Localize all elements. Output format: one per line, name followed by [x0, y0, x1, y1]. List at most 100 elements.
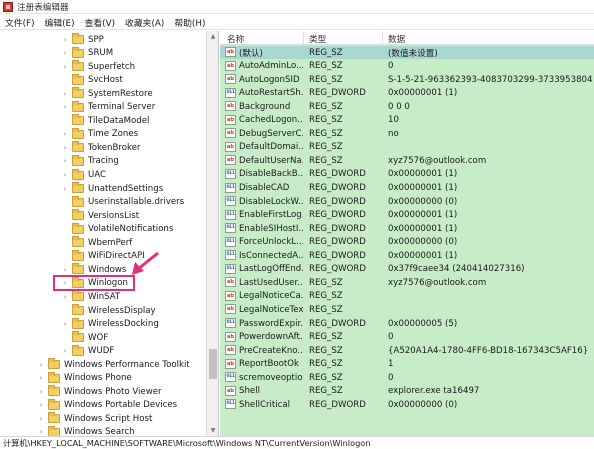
- tree-scrollbar[interactable]: ▲ ▼: [206, 31, 218, 436]
- value-row[interactable]: ab DebugServerC... REG_SZ no: [220, 127, 594, 140]
- value-type: REG_DWORD: [309, 237, 366, 248]
- value-row[interactable]: ab DefaultDomai... REG_SZ: [220, 141, 594, 154]
- value-row[interactable]: ab LastUsedUser... REG_SZ xyz7576@outlook.c…: [220, 276, 594, 289]
- binary-icon: 011: [225, 223, 236, 234]
- string-icon: ab: [225, 47, 236, 57]
- value-data: 0x00000005 (5): [388, 318, 458, 329]
- value-type: REG_SZ: [309, 304, 343, 315]
- value-name: Background: [239, 101, 291, 112]
- binary-icon: 011: [225, 182, 236, 193]
- column-header-type[interactable]: 类型: [309, 33, 326, 45]
- value-data: 0: [388, 332, 394, 343]
- value-type: REG_SZ: [309, 359, 343, 370]
- binary-icon: 011: [225, 372, 236, 383]
- string-icon: ab: [225, 101, 236, 112]
- value-row[interactable]: 011 PasswordExpir... REG_DWORD 0x00000005 (…: [220, 317, 594, 330]
- value-name: LegalNoticeText: [239, 304, 303, 315]
- scroll-down-arrow-icon[interactable]: ▼: [207, 425, 219, 436]
- value-row[interactable]: ab AutoLogonSID REG_SZ S-1-5-21-963362393-4…: [220, 73, 594, 86]
- pointer-arrow-icon: [132, 251, 159, 275]
- string-icon: ab: [225, 277, 236, 288]
- value-name: DisableCAD: [239, 183, 290, 193]
- binary-icon: 011: [225, 209, 236, 220]
- binary-icon: 011: [225, 318, 236, 328]
- value-name: DebugServerC...: [239, 128, 303, 139]
- value-row[interactable]: ab LegalNoticeText REG_SZ: [220, 303, 594, 316]
- string-icon: ab: [225, 290, 236, 301]
- string-icon: ab: [225, 304, 236, 315]
- binary-icon: 011: [225, 236, 236, 247]
- value-row[interactable]: 011 EnableFirstLog... REG_DWORD 0x00000001 …: [220, 209, 594, 222]
- value-type: REG_SZ: [309, 115, 343, 126]
- value-type: REG_DWORD: [309, 196, 366, 207]
- value-row[interactable]: 011 DisableLockW... REG_DWORD 0x00000000 (0…: [220, 195, 594, 208]
- value-row[interactable]: 011 AutoRestartSh... REG_DWORD 0x00000001 (…: [220, 87, 594, 100]
- value-type: REG_SZ: [309, 277, 343, 288]
- value-row[interactable]: ab AutoAdminLo... REG_SZ 0: [220, 60, 594, 73]
- value-row[interactable]: ab ReportBootOk REG_SZ 1: [220, 358, 594, 371]
- value-type: REG_DWORD: [309, 210, 366, 221]
- column-header-data[interactable]: 数据: [388, 33, 405, 45]
- menu-view[interactable]: 查看(V): [80, 16, 120, 29]
- string-icon: ab: [225, 141, 236, 152]
- value-name: (默认): [239, 48, 263, 59]
- value-row[interactable]: ab LegalNoticeCa... REG_SZ: [220, 290, 594, 303]
- value-name: scremoveoption: [239, 372, 303, 383]
- value-type: REG_DWORD: [309, 318, 366, 329]
- value-name: ReportBootOk: [239, 359, 300, 370]
- value-row[interactable]: ab Background REG_SZ 0 0 0: [220, 100, 594, 113]
- value-row[interactable]: ab Shell REG_SZ explorer.exe ta16497: [220, 385, 594, 398]
- value-data: 0x00000001 (1): [388, 169, 458, 180]
- value-name: LastLogOffEnd...: [239, 264, 303, 275]
- menu-edit[interactable]: 编辑(E): [40, 16, 80, 29]
- menu-help[interactable]: 帮助(H): [169, 16, 210, 29]
- values-list-pane[interactable]: 名称 类型 数据 ab (默认) REG_SZ (数值未设置) ab AutoAdminL…: [220, 31, 594, 436]
- value-name: AutoRestartSh...: [239, 88, 303, 99]
- value-row[interactable]: ab (默认) REG_SZ (数值未设置): [220, 46, 594, 59]
- value-row[interactable]: 011 ShellCritical REG_DWORD 0x00000000 (0): [220, 398, 594, 411]
- value-data: xyz7576@outlook.com: [388, 277, 487, 288]
- column-divider[interactable]: [303, 31, 304, 45]
- tree-scroll-thumb[interactable]: [209, 349, 217, 379]
- value-row[interactable]: 011 IsConnectedA... REG_DWORD 0x00000001 (1…: [220, 249, 594, 262]
- menu-favorites[interactable]: 收藏夹(A): [120, 16, 169, 29]
- value-name: EnableSIHostI...: [239, 223, 303, 234]
- value-data: 0x00000000 (0): [388, 399, 458, 410]
- value-name: AutoAdminLo...: [239, 61, 303, 72]
- value-row[interactable]: 011 EnableSIHostI... REG_DWORD 0x00000001 (…: [220, 222, 594, 235]
- scroll-up-arrow-icon[interactable]: ▲: [207, 31, 219, 42]
- value-name: LastUsedUser...: [239, 277, 303, 288]
- value-row[interactable]: 011 scremoveoption REG_SZ 0: [220, 371, 594, 384]
- value-type: REG_DWORD: [309, 169, 366, 180]
- key-tree-pane[interactable]: › SPP › SRUM › Superfetch SvcHost › SystemRestor…: [0, 31, 219, 436]
- value-name: AutoLogonSID: [239, 74, 300, 85]
- value-type: REG_SZ: [309, 74, 343, 85]
- value-row[interactable]: 011 LastLogOffEnd... REG_QWORD 0x37f9caee34…: [220, 263, 594, 276]
- binary-icon: 011: [225, 196, 236, 207]
- column-header-name[interactable]: 名称: [227, 33, 244, 45]
- value-row[interactable]: 011 DisableBackB... REG_DWORD 0x00000001 (1…: [220, 168, 594, 181]
- value-row[interactable]: ab PreCreateKno... REG_SZ {A520A1A4-1780-4F…: [220, 344, 594, 357]
- string-icon: ab: [225, 385, 236, 396]
- value-name: LegalNoticeCa...: [239, 291, 303, 302]
- value-row[interactable]: 011 ForceUnlockL... REG_DWORD 0x00000000 (0…: [220, 236, 594, 249]
- value-data: 1: [388, 359, 394, 370]
- value-type: REG_SZ: [309, 332, 343, 343]
- value-type: REG_SZ: [309, 155, 343, 166]
- binary-icon: 011: [225, 263, 236, 274]
- string-icon: ab: [225, 331, 236, 342]
- string-icon: ab: [225, 345, 236, 356]
- menu-file[interactable]: 文件(F): [0, 16, 40, 29]
- menu-bar: 文件(F) 编辑(E) 查看(V) 收藏夹(A) 帮助(H): [0, 15, 594, 30]
- column-divider[interactable]: [382, 31, 383, 45]
- value-row[interactable]: ab DefaultUserNa... REG_SZ xyz7576@outlook.…: [220, 154, 594, 167]
- value-data: 0x00000001 (1): [388, 223, 458, 234]
- value-row[interactable]: 011 DisableCAD REG_DWORD 0x00000001 (1): [220, 182, 594, 195]
- value-type: REG_DWORD: [309, 183, 366, 193]
- value-data: (数值未设置): [388, 48, 438, 59]
- window-title: 注册表编辑器: [17, 2, 69, 13]
- value-row[interactable]: ab PowerdownAft... REG_SZ 0: [220, 331, 594, 344]
- title-bar: 注册表编辑器: [0, 0, 594, 14]
- value-name: DisableLockW...: [239, 196, 303, 207]
- value-row[interactable]: ab CachedLogon... REG_SZ 10: [220, 114, 594, 127]
